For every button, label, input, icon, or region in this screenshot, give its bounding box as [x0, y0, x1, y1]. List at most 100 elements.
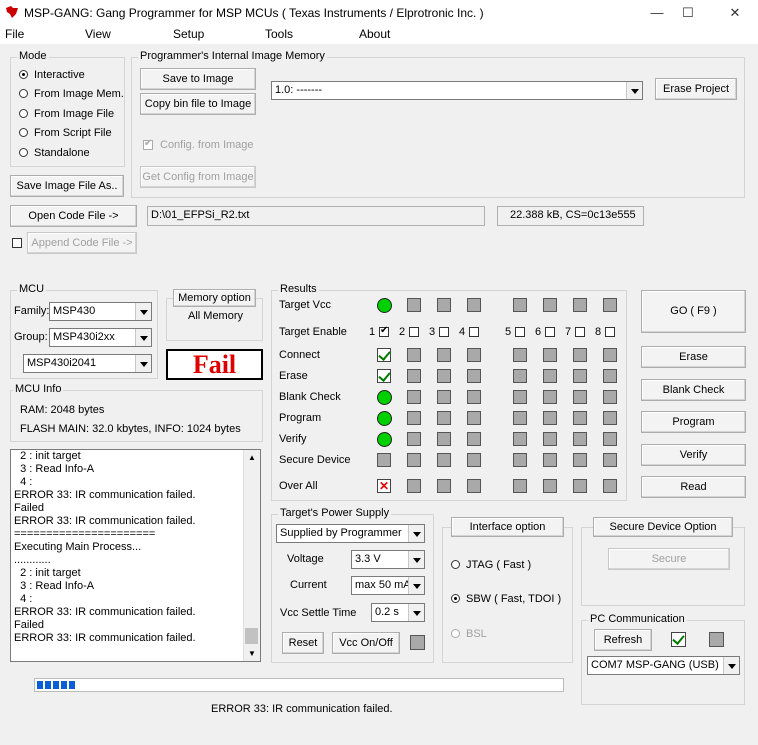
result-indicator — [543, 432, 557, 446]
scroll-up-icon[interactable]: ▲ — [248, 453, 256, 462]
target-enable-checkbox[interactable] — [605, 327, 615, 337]
target-enable-checkbox[interactable] — [469, 327, 479, 337]
current-select[interactable]: max 50 mA — [351, 576, 425, 595]
code-file-path: D:\01_EFPSi_R2.txt — [147, 206, 485, 226]
log-line: 3 : Read Info-A — [14, 580, 95, 592]
settle-time-select[interactable]: 0.2 s — [371, 603, 425, 622]
settle-time-label: Vcc Settle Time — [280, 607, 357, 619]
mode-title: Mode — [17, 50, 49, 62]
maximize-button[interactable]: ☐ — [673, 4, 703, 22]
result-indicator — [437, 479, 451, 493]
erase-project-button[interactable]: Erase Project — [655, 78, 737, 100]
log-scrollbar[interactable]: ▲ ▼ — [243, 450, 260, 661]
menu-tools[interactable]: Tools — [265, 27, 293, 41]
secure-device-option-button[interactable]: Secure Device Option — [593, 517, 733, 537]
get-config-button[interactable]: Get Config from Image — [140, 166, 256, 188]
target-enable-checkbox[interactable] — [575, 327, 585, 337]
device-select[interactable]: MSP430i2041 — [23, 354, 152, 373]
result-indicator — [513, 390, 527, 404]
result-indicator — [467, 390, 481, 404]
interface-option-button[interactable]: Interface option — [451, 517, 564, 537]
scroll-thumb[interactable] — [245, 628, 258, 644]
close-button[interactable]: ✕ — [720, 4, 750, 22]
mode-standalone-radio[interactable]: Standalone — [19, 147, 90, 159]
family-select[interactable]: MSP430 — [49, 302, 152, 321]
result-indicator — [543, 390, 557, 404]
log-line: 3 : Read Info-A — [14, 463, 95, 475]
bsl-radio[interactable]: BSL — [451, 628, 487, 640]
result-indicator — [603, 479, 617, 493]
result-indicator — [513, 348, 527, 362]
mode-interactive-radio[interactable]: Interactive — [19, 69, 85, 81]
append-code-checkbox[interactable] — [12, 238, 22, 248]
result-indicator — [543, 479, 557, 493]
result-indicator — [437, 390, 451, 404]
result-indicator — [573, 453, 587, 467]
result-row-label: Verify — [279, 433, 307, 445]
target-number-label: 3 — [429, 326, 436, 338]
secure-button[interactable]: Secure — [608, 548, 730, 570]
verify-button[interactable]: Verify — [641, 444, 746, 466]
vcc-on-off-button[interactable]: Vcc On/Off — [332, 632, 400, 654]
group-select[interactable]: MSP430i2xx — [49, 328, 152, 347]
com-port-select[interactable]: COM7 MSP-GANG (USB) — [587, 656, 740, 675]
open-code-file-button[interactable]: Open Code File -> — [10, 205, 137, 227]
result-row-label: Over All — [279, 480, 318, 492]
result-indicator — [407, 411, 421, 425]
power-source-select[interactable]: Supplied by Programmer — [276, 524, 425, 543]
chevron-down-icon — [408, 604, 424, 621]
go-button[interactable]: GO ( F9 ) — [641, 290, 746, 333]
power-supply-title: Target's Power Supply — [278, 507, 392, 519]
copy-bin-button[interactable]: Copy bin file to Image — [140, 93, 256, 115]
chevron-down-icon — [408, 577, 424, 594]
image-slot-select[interactable]: 1.0: ------- — [271, 81, 643, 100]
blank-check-button[interactable]: Blank Check — [641, 379, 746, 401]
mode-image-file-radio[interactable]: From Image File — [19, 108, 114, 120]
jtag-radio[interactable]: JTAG ( Fast ) — [451, 559, 531, 571]
append-code-file-button[interactable]: Append Code File -> — [27, 232, 137, 254]
target-enable-checkbox[interactable] — [439, 327, 449, 337]
result-indicator — [543, 348, 557, 362]
result-row-label: Blank Check — [279, 391, 341, 403]
result-indicator — [407, 348, 421, 362]
mode-script-file-radio[interactable]: From Script File — [19, 127, 112, 139]
menu-file[interactable]: File — [5, 27, 24, 41]
result-indicator — [603, 432, 617, 446]
target-enable-checkbox[interactable] — [545, 327, 555, 337]
result-indicator — [467, 369, 481, 383]
mode-image-mem-radio[interactable]: From Image Mem. — [19, 88, 124, 100]
voltage-select[interactable]: 3.3 V — [351, 550, 425, 569]
minimize-button[interactable]: — — [642, 4, 672, 22]
result-row-label: Program — [279, 412, 322, 424]
save-image-file-button[interactable]: Save Image File As.. — [10, 175, 124, 197]
log-line: 4 : — [14, 476, 33, 488]
target-enable-checkbox[interactable]: ✔ — [379, 325, 389, 337]
log-output[interactable]: 2 : init target 3 : Read Info-A 4 : ERROR… — [10, 449, 261, 662]
scroll-down-icon[interactable]: ▼ — [248, 649, 256, 658]
program-button[interactable]: Program — [641, 411, 746, 433]
save-to-image-button[interactable]: Save to Image — [140, 68, 256, 90]
target-number-label: 1 — [369, 326, 376, 338]
target-enable-checkbox[interactable] — [409, 327, 419, 337]
menu-setup[interactable]: Setup — [173, 27, 204, 41]
read-button[interactable]: Read — [641, 476, 746, 498]
sbw-radio[interactable]: SBW ( Fast, TDOI ) — [451, 593, 561, 605]
refresh-button[interactable]: Refresh — [594, 629, 652, 651]
chevron-down-icon — [626, 82, 642, 99]
progress-block — [61, 681, 67, 689]
config-from-image-checkbox[interactable]: ✔ — [143, 138, 153, 150]
result-pass-led-icon — [377, 390, 392, 405]
erase-button[interactable]: Erase — [641, 346, 746, 368]
log-line: Failed — [14, 502, 44, 514]
radio-icon — [19, 148, 28, 157]
target-enable-checkbox[interactable] — [515, 327, 525, 337]
memory-option-button[interactable]: Memory option — [173, 289, 256, 307]
menu-about[interactable]: About — [359, 27, 390, 41]
result-indicator — [407, 369, 421, 383]
progress-block — [37, 681, 43, 689]
progress-block — [53, 681, 59, 689]
menu-view[interactable]: View — [85, 27, 111, 41]
result-indicator — [467, 298, 481, 312]
code-file-info: 22.388 kB, CS=0c13e555 — [497, 206, 644, 226]
reset-button[interactable]: Reset — [282, 632, 324, 654]
